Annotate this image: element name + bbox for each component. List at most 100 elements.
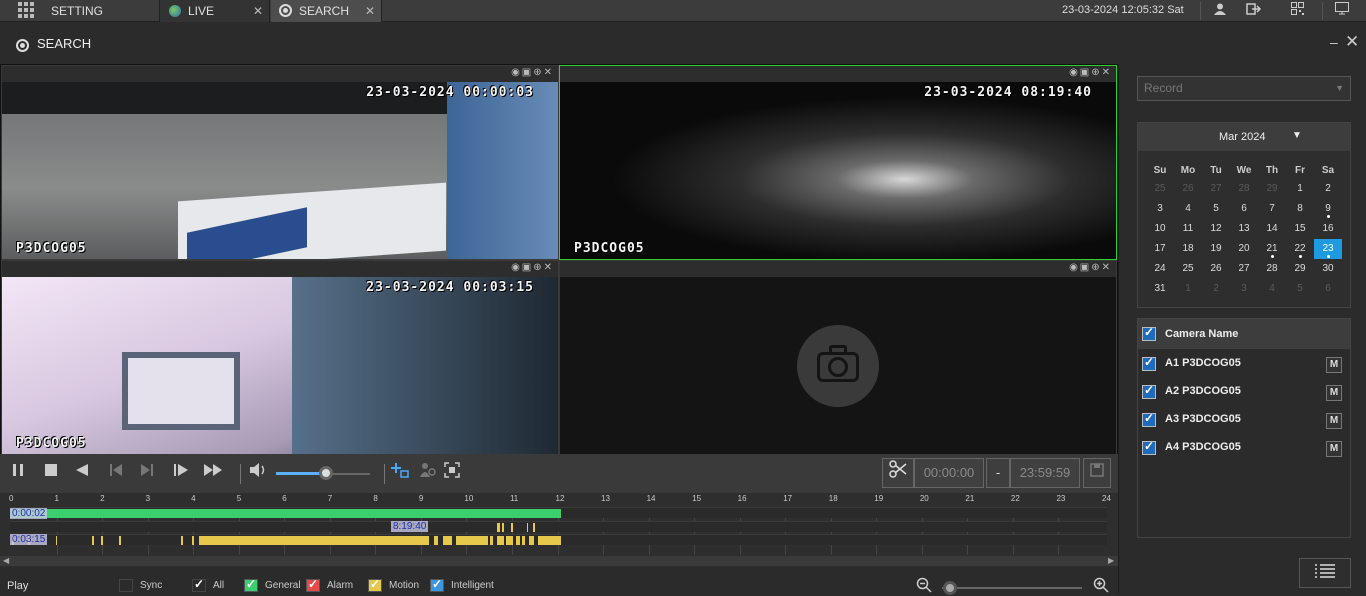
tab-search[interactable]: SEARCH ✕ — [271, 0, 382, 22]
record-segment[interactable] — [442, 536, 452, 545]
previous-frame-icon[interactable] — [105, 462, 127, 484]
record-segment[interactable] — [506, 536, 514, 545]
calendar-day[interactable]: 26 — [1174, 179, 1202, 199]
close-tab-icon[interactable]: ✕ — [253, 0, 263, 22]
calendar-day[interactable]: 4 — [1258, 279, 1286, 299]
camera-stream-button[interactable]: M — [1326, 357, 1342, 373]
calendar-day[interactable]: 24 — [1146, 259, 1174, 279]
calendar-day[interactable]: 29 — [1286, 259, 1314, 279]
record-segment[interactable] — [510, 523, 514, 532]
calendar-day[interactable]: 6 — [1230, 199, 1258, 219]
file-list-button[interactable] — [1299, 558, 1351, 588]
minimize-button[interactable]: – — [1330, 34, 1338, 50]
record-segment[interactable] — [515, 536, 521, 545]
record-segment[interactable] — [433, 536, 439, 545]
calendar-day[interactable]: 31 — [1146, 279, 1174, 299]
calendar-month[interactable]: Mar 2024 — [1219, 131, 1265, 143]
calendar-day[interactable]: 23 — [1314, 239, 1342, 259]
calendar-day[interactable]: 18 — [1174, 239, 1202, 259]
qr-code-icon[interactable] — [1287, 1, 1307, 21]
camera-stream-button[interactable]: M — [1326, 385, 1342, 401]
tab-setting[interactable]: SETTING — [0, 0, 158, 22]
calendar-day[interactable]: 7 — [1258, 199, 1286, 219]
calendar-day[interactable]: 3 — [1230, 279, 1258, 299]
calendar-day[interactable]: 5 — [1286, 279, 1314, 299]
calendar-day[interactable]: 29 — [1258, 179, 1286, 199]
clip-start-time-input[interactable]: 00:00:00 — [914, 458, 984, 488]
calendar-day[interactable]: 28 — [1258, 259, 1286, 279]
video-pane-4[interactable]: ◉▣⊕✕ — [559, 260, 1117, 455]
camera-checkbox[interactable] — [1142, 355, 1156, 371]
fast-forward-icon[interactable] — [202, 462, 224, 484]
record-type-select[interactable]: Record ▼ — [1137, 76, 1351, 101]
calendar-day[interactable]: 6 — [1314, 279, 1342, 299]
calendar-day[interactable]: 19 — [1202, 239, 1230, 259]
zoom-out-icon[interactable] — [916, 577, 932, 596]
record-segment[interactable] — [490, 536, 493, 545]
camera-checkbox[interactable] — [1142, 439, 1156, 455]
scroll-right-icon[interactable]: ▶ — [1108, 556, 1114, 566]
reverse-play-icon[interactable] — [71, 462, 93, 484]
record-segment[interactable] — [501, 523, 504, 532]
record-segment[interactable] — [522, 536, 525, 545]
camera-checkbox[interactable] — [1142, 383, 1156, 399]
calendar-day[interactable]: 28 — [1230, 179, 1258, 199]
select-all-cameras-checkbox[interactable] — [1142, 325, 1156, 341]
record-segment[interactable] — [91, 536, 94, 545]
camera-stream-button[interactable]: M — [1326, 441, 1342, 457]
pane-tools-icons[interactable]: ◉▣⊕✕ — [1069, 67, 1112, 78]
calendar-day[interactable]: 2 — [1202, 279, 1230, 299]
intelligent-checkbox[interactable]: Intelligent — [430, 577, 494, 592]
calendar-day[interactable]: 21 — [1258, 239, 1286, 259]
timeline-track-2[interactable] — [10, 521, 1107, 532]
slow-play-icon[interactable] — [170, 462, 192, 484]
volume-icon[interactable] — [247, 462, 269, 484]
digital-zoom-icon[interactable] — [389, 462, 411, 484]
calendar-day[interactable]: 17 — [1146, 239, 1174, 259]
pane-tools-icons[interactable]: ◉▣⊕✕ — [511, 262, 554, 273]
calendar-day[interactable]: 2 — [1314, 179, 1342, 199]
stop-icon[interactable] — [40, 462, 62, 484]
next-frame-icon[interactable] — [136, 462, 158, 484]
calendar-day[interactable]: 10 — [1146, 219, 1174, 239]
calendar-day[interactable]: 16 — [1314, 219, 1342, 239]
calendar-day[interactable]: 1 — [1174, 279, 1202, 299]
camera-checkbox[interactable] — [1142, 411, 1156, 427]
calendar-day[interactable]: 30 — [1314, 259, 1342, 279]
record-segment[interactable] — [180, 536, 184, 545]
video-pane-2[interactable]: ◉▣⊕✕ 23-03-2024 08:19:40 P3DCOG05 — [559, 65, 1117, 260]
record-segment[interactable] — [101, 536, 103, 545]
record-segment[interactable] — [55, 536, 58, 545]
record-segment[interactable] — [119, 536, 121, 545]
timeline-track-1[interactable] — [10, 507, 1107, 518]
timeline[interactable]: 0 1 2 3 4 5 6 7 8 9 10 11 12 13 14 15 16 17 18 19 20 21 22 23 24… — [0, 493, 1118, 567]
pause-icon[interactable] — [7, 462, 29, 484]
calendar-day[interactable]: 8 — [1286, 199, 1314, 219]
calendar-day[interactable]: 26 — [1202, 259, 1230, 279]
alarm-checkbox[interactable]: Alarm — [306, 577, 353, 592]
all-checkbox[interactable]: All — [192, 577, 224, 592]
calendar-day[interactable]: 25 — [1174, 259, 1202, 279]
pane-tools-icons[interactable]: ◉▣⊕✕ — [511, 67, 554, 78]
clip-button[interactable] — [882, 458, 914, 488]
calendar-day[interactable]: 20 — [1230, 239, 1258, 259]
record-segment[interactable] — [526, 523, 529, 532]
record-segment[interactable] — [198, 536, 429, 545]
save-clip-button[interactable] — [1083, 458, 1111, 488]
calendar-day[interactable]: 3 — [1146, 199, 1174, 219]
zoom-in-icon[interactable] — [1093, 577, 1109, 596]
record-segment[interactable] — [538, 536, 562, 545]
camera-stream-button[interactable]: M — [1326, 413, 1342, 429]
timeline-scrollbar[interactable]: ◀ ▶ — [0, 556, 1118, 566]
volume-slider-handle[interactable] — [319, 466, 333, 480]
timeline-track-3[interactable] — [10, 534, 1107, 545]
record-segment[interactable] — [456, 536, 489, 545]
smart-search-icon[interactable] — [416, 462, 438, 484]
record-segment[interactable] — [497, 536, 505, 545]
chevron-down-icon[interactable]: ▼ — [1292, 130, 1302, 141]
calendar-day[interactable]: 27 — [1230, 259, 1258, 279]
calendar-day[interactable]: 25 — [1146, 179, 1174, 199]
record-segment[interactable] — [10, 509, 562, 518]
clip-end-time-input[interactable]: 23:59:59 — [1010, 458, 1080, 488]
video-pane-1[interactable]: ◉▣⊕✕ 23-03-2024 00:00:03 P3DCOG05 — [1, 65, 559, 260]
